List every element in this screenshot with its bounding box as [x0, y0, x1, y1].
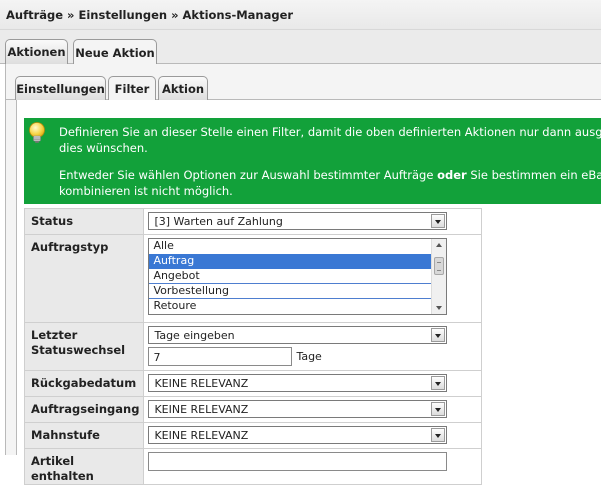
- listbox-scrollbar[interactable]: [431, 239, 447, 314]
- statuswechsel-select[interactable]: Tage eingeben: [148, 326, 448, 344]
- row-artikel: Artikel enthalten: [23, 448, 482, 485]
- tab-filter[interactable]: Filter: [108, 76, 156, 101]
- breadcrumb: Aufträge » Einstellungen » Aktions-Manag…: [6, 8, 294, 22]
- chevron-down-icon[interactable]: [431, 214, 446, 228]
- status-label: Status: [23, 208, 145, 235]
- auftragseingang-label: Auftragseingang: [23, 396, 145, 423]
- statuswechsel-label: Letzter Statuswechsel: [23, 322, 145, 371]
- artikel-label: Artikel enthalten: [23, 448, 145, 485]
- list-item[interactable]: Retoure: [149, 299, 431, 314]
- days-unit: Tage: [296, 350, 322, 363]
- list-item-selected[interactable]: Auftrag: [149, 254, 432, 269]
- chevron-down-icon[interactable]: [431, 376, 446, 390]
- row-status: Status [3] Warten auf Zahlung: [23, 208, 482, 235]
- row-auftragstyp: Auftragstyp Alle Auftrag Angebot Vorbest…: [23, 234, 482, 323]
- statuswechsel-label-line-1: Letzter: [31, 328, 78, 342]
- info-line-3-start: Entweder Sie wählen Optionen zur Auswahl…: [59, 168, 438, 182]
- info-text-2: Entweder Sie wählen Optionen zur Auswahl…: [59, 167, 601, 199]
- info-text-1: Definieren Sie an dieser Stelle einen Fi…: [59, 124, 601, 156]
- status-cell: [3] Warten auf Zahlung: [143, 208, 482, 235]
- info-line-4: kombinieren ist nicht möglich.: [59, 184, 233, 198]
- info-line-2: dies wünschen.: [59, 141, 148, 155]
- auftragseingang-cell: KEINE RELEVANZ: [143, 396, 482, 423]
- info-line-3-end: Sie bestimmen ein eBay-Angebot. Beides: [470, 168, 601, 182]
- mahnstufe-select-value: KEINE RELEVANZ: [154, 429, 249, 442]
- days-row: 7 Tage: [148, 347, 477, 366]
- lightbulb-icon: [26, 120, 48, 149]
- title-bar: Aufträge » Einstellungen » Aktions-Manag…: [0, 0, 601, 30]
- info-line-3: Entweder Sie wählen Optionen zur Auswahl…: [59, 167, 601, 183]
- filter-form: Status [3] Warten auf Zahlung Auftragsty…: [23, 208, 482, 485]
- list-item[interactable]: Angebot: [149, 269, 432, 284]
- auftragseingang-select-value: KEINE RELEVANZ: [154, 403, 249, 416]
- statuswechsel-cell: Tage eingeben 7 Tage: [143, 322, 482, 371]
- rueckgabe-label: Rückgabedatum: [23, 370, 145, 397]
- tab-aktion[interactable]: Aktion: [158, 76, 208, 100]
- list-item[interactable]: Vorbestellung: [149, 284, 432, 299]
- rueckgabe-select-value: KEINE RELEVANZ: [154, 377, 249, 390]
- statuswechsel-label-line-2: Statuswechsel: [31, 343, 126, 357]
- auftragseingang-select[interactable]: KEINE RELEVANZ: [148, 400, 448, 418]
- auftragstyp-cell: Alle Auftrag Angebot Vorbestellung Retou…: [143, 234, 482, 323]
- auftragstyp-listbox[interactable]: Alle Auftrag Angebot Vorbestellung Retou…: [148, 238, 448, 315]
- rueckgabe-cell: KEINE RELEVANZ: [143, 370, 482, 397]
- row-rueckgabe: Rückgabedatum KEINE RELEVANZ: [23, 370, 482, 397]
- info-box: Definieren Sie an dieser Stelle einen Fi…: [24, 118, 601, 204]
- status-select-value: [3] Warten auf Zahlung: [154, 215, 283, 228]
- scroll-down-icon[interactable]: [436, 306, 443, 310]
- rueckgabe-select[interactable]: KEINE RELEVANZ: [148, 374, 448, 392]
- sub-tab-bar: Einstellungen Filter Aktion: [6, 64, 601, 101]
- scroll-up-icon[interactable]: [436, 243, 443, 247]
- tab-einstellungen[interactable]: Einstellungen: [15, 76, 106, 100]
- info-line-3-emphasis: oder: [437, 168, 467, 182]
- tab-aktionen[interactable]: Aktionen: [5, 39, 68, 64]
- chevron-down-icon[interactable]: [431, 402, 446, 416]
- list-item[interactable]: Alle: [149, 239, 431, 254]
- mahnstufe-cell: KEINE RELEVANZ: [143, 422, 482, 449]
- artikel-cell: [143, 448, 482, 485]
- row-auftragseingang: Auftragseingang KEINE RELEVANZ: [23, 396, 482, 423]
- days-input[interactable]: 7: [148, 347, 293, 366]
- chevron-down-icon[interactable]: [431, 428, 446, 442]
- status-select[interactable]: [3] Warten auf Zahlung: [148, 212, 448, 230]
- row-mahnstufe: Mahnstufe KEINE RELEVANZ: [23, 422, 482, 449]
- row-statuswechsel: Letzter Statuswechsel Tage eingeben 7 Tag…: [23, 322, 482, 371]
- mahnstufe-label: Mahnstufe: [23, 422, 145, 449]
- main-tab-bar: Aktionen Neue Aktion: [0, 30, 601, 65]
- tab-neue-aktion[interactable]: Neue Aktion: [73, 39, 157, 65]
- scroll-thumb[interactable]: [434, 257, 445, 275]
- auftragstyp-label: Auftragstyp: [23, 234, 145, 323]
- info-line-1: Definieren Sie an dieser Stelle einen Fi…: [59, 125, 601, 139]
- mahnstufe-select[interactable]: KEINE RELEVANZ: [148, 426, 448, 444]
- chevron-down-icon[interactable]: [431, 328, 446, 342]
- statuswechsel-select-value: Tage eingeben: [154, 329, 235, 342]
